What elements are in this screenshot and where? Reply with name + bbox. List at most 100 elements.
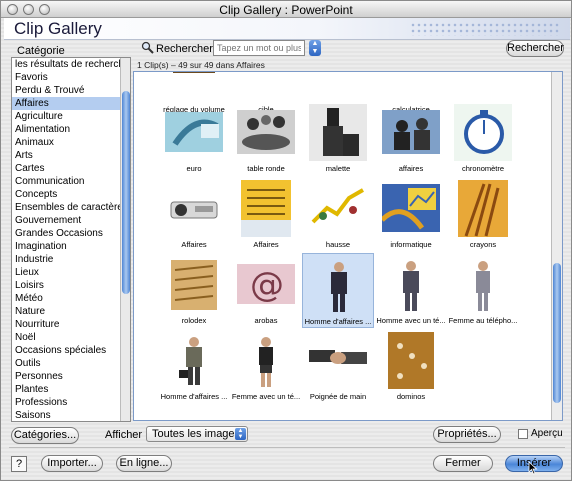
category-item[interactable]: Météo — [12, 292, 130, 305]
category-item[interactable]: Plantes — [12, 383, 130, 396]
clip-item[interactable]: Homme d'affaires ... — [302, 253, 374, 328]
svg-text:@: @ — [250, 265, 284, 305]
clip-item[interactable]: Affaires — [158, 177, 230, 252]
clip-item[interactable]: Homme d'affaires ... — [158, 329, 230, 404]
show-label: Afficher : — [105, 429, 149, 441]
search-history-stepper[interactable]: ▲ ▼ — [309, 40, 321, 56]
search-input[interactable] — [213, 40, 305, 56]
category-item[interactable]: Personnes — [12, 370, 130, 383]
category-item[interactable]: Occasions spéciales — [12, 344, 130, 357]
clip-item[interactable]: informatique — [375, 177, 447, 252]
clip-item[interactable]: Affaires — [230, 177, 302, 252]
category-item[interactable]: Perdu & Trouvé — [12, 84, 130, 97]
category-item[interactable]: Concepts — [12, 188, 130, 201]
dollar-clip-icon: $ — [454, 72, 512, 102]
clip-item[interactable]: euro — [158, 101, 230, 176]
clip-item[interactable]: Poignée de main — [302, 329, 374, 404]
computing-clip-icon — [380, 180, 440, 237]
clip-item[interactable]: dominos — [375, 329, 447, 404]
clip-item[interactable]: chronomètre — [447, 101, 519, 176]
window-title: Clip Gallery : PowerPoint — [219, 3, 353, 17]
dominos-clip-icon — [382, 332, 440, 389]
import-button[interactable]: Importer... — [41, 455, 103, 472]
title-bar[interactable]: Clip Gallery : PowerPoint — [1, 1, 571, 18]
online-button[interactable]: En ligne... — [116, 455, 172, 472]
clip-caption: Homme avec un té... — [376, 316, 446, 325]
clip-item[interactable]: @ arobas — [230, 253, 302, 328]
categories-button[interactable]: Catégories... — [11, 427, 79, 444]
clip-item[interactable]: rolodex — [158, 253, 230, 328]
category-item[interactable]: Noël — [12, 331, 130, 344]
category-list[interactable]: les résultats de recherche Favoris Perdu &… — [11, 57, 131, 422]
clip-caption: dominos — [396, 392, 426, 401]
clip-item[interactable]: malette — [302, 101, 374, 176]
close-button[interactable]: Fermer — [433, 455, 493, 472]
category-item[interactable]: Cartes — [12, 162, 130, 175]
category-scrollbar[interactable] — [120, 58, 130, 421]
clip-item[interactable]: table ronde — [230, 101, 302, 176]
help-button[interactable]: ? — [11, 456, 27, 472]
category-item[interactable]: Grandes Occasions — [12, 227, 130, 240]
abacus-clip-icon — [309, 72, 367, 102]
category-item[interactable]: Outils — [12, 357, 130, 370]
businessman-bag-clip-icon — [165, 332, 223, 389]
category-item[interactable]: Ensembles de caractères — [12, 201, 130, 214]
category-item[interactable]: Imagination — [12, 240, 130, 253]
clip-item[interactable]: Homme avec un té... — [375, 253, 447, 328]
businessman-clip-icon — [310, 257, 368, 314]
footer-divider — [9, 447, 565, 448]
category-item[interactable]: Nourriture — [12, 318, 130, 331]
clip-grid[interactable]: réglage du volumeciblebouliercalculatric… — [133, 71, 563, 421]
woman-phone2-clip-icon — [237, 332, 295, 389]
category-item[interactable]: Industrie — [12, 253, 130, 266]
category-item[interactable]: Communication — [12, 175, 130, 188]
clip-gallery-window: Clip Gallery : PowerPoint Clip Gallery C… — [0, 0, 572, 481]
category-item[interactable]: Animaux — [12, 136, 130, 149]
category-item[interactable]: Arts — [12, 149, 130, 162]
search-button[interactable]: Rechercher — [506, 40, 564, 57]
pencils-clip-icon — [454, 180, 512, 237]
stopwatch-clip-icon — [454, 104, 512, 161]
category-item[interactable]: Professions — [12, 396, 130, 409]
at-sign-clip-icon: @ — [237, 256, 295, 313]
clip-caption: Femme au télépho... — [448, 316, 518, 325]
category-item[interactable]: Favoris — [12, 71, 130, 84]
business-clip-icon — [382, 104, 440, 161]
category-item[interactable]: Loisirs — [12, 279, 130, 292]
clip-caption: table ronde — [247, 164, 285, 173]
clip-item[interactable]: Femme avec un té... — [230, 329, 302, 404]
clip-grid-scroll-thumb[interactable] — [553, 263, 561, 403]
clip-caption: informatique — [390, 240, 432, 249]
category-item[interactable]: Gouvernement — [12, 214, 130, 227]
category-items: les résultats de recherche Favoris Perdu &… — [12, 58, 130, 421]
roundtable-clip-icon — [237, 104, 295, 161]
clip-caption: affaires — [398, 164, 424, 173]
category-item[interactable]: les résultats de recherche — [12, 58, 130, 71]
clip-caption: chronomètre — [461, 164, 505, 173]
category-scroll-thumb[interactable] — [122, 90, 130, 294]
clip-caption: crayons — [469, 240, 497, 249]
banner-dot-pattern — [410, 22, 560, 36]
show-select[interactable]: Toutes les images ▲ ▼ — [146, 426, 248, 442]
clip-item[interactable]: crayons — [447, 177, 519, 252]
clip-caption: malette — [325, 164, 351, 173]
clip-item[interactable]: Femme au télépho... — [447, 253, 519, 328]
show-select-value: Toutes les images — [152, 428, 241, 440]
calculator-clip-icon — [382, 72, 440, 102]
clip-caption: Femme avec un té... — [231, 392, 301, 401]
briefcase-clip-icon — [309, 104, 367, 161]
category-item[interactable]: Affaires — [12, 97, 130, 110]
clip-item[interactable]: affaires — [375, 101, 447, 176]
category-item[interactable]: Nature — [12, 305, 130, 318]
category-item[interactable]: Lieux — [12, 266, 130, 279]
category-item[interactable]: Saisons — [12, 409, 130, 421]
growth-chart-clip-icon — [309, 180, 367, 237]
category-item[interactable]: Alimentation — [12, 123, 130, 136]
clip-item[interactable]: hausse — [302, 177, 374, 252]
category-item[interactable]: Agriculture — [12, 110, 130, 123]
clip-grid-scrollbar[interactable] — [551, 72, 562, 420]
properties-button[interactable]: Propriétés... — [433, 426, 501, 443]
results-count: 1 Clip(s) – 49 sur 49 dans Affaires — [137, 60, 265, 70]
preview-checkbox[interactable] — [518, 429, 528, 439]
preview-label: Aperçu — [531, 428, 563, 439]
